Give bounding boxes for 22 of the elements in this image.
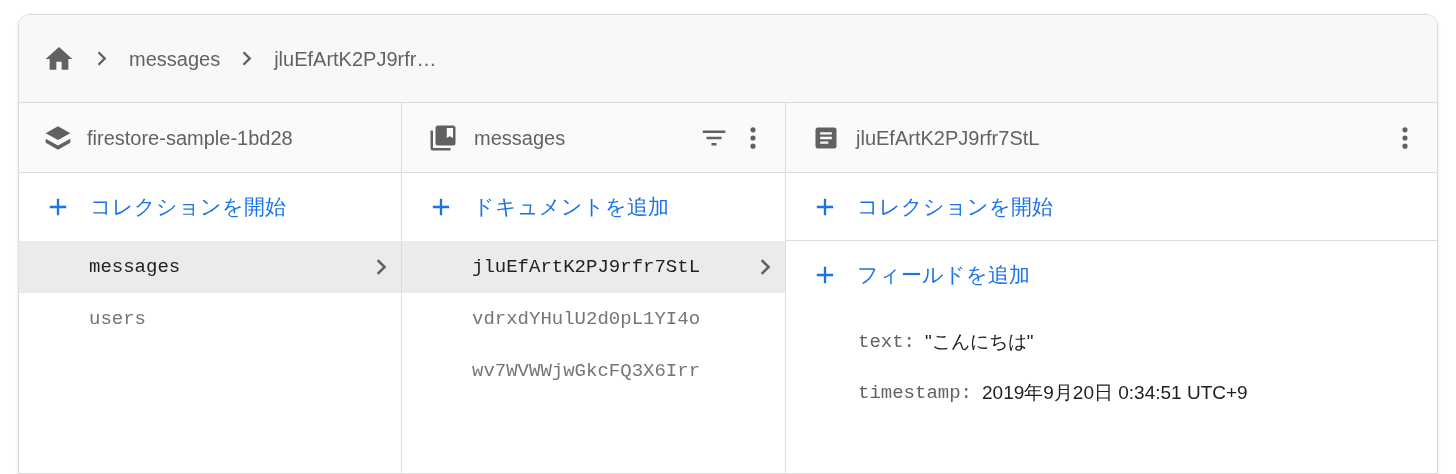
list-item[interactable]: users	[19, 293, 401, 345]
breadcrumb-link[interactable]: messages	[129, 43, 221, 74]
breadcrumb-link[interactable]: jluEfArtK2PJ9rfr…	[274, 43, 437, 74]
panel-title: messages	[474, 125, 567, 151]
panel-title: jluEfArtK2PJ9rfr7StL	[856, 125, 1041, 151]
add-link[interactable]: コレクションを開始	[857, 190, 1053, 223]
add-link[interactable]: フィールドを追加	[857, 259, 1030, 291]
panel-title: firestore-sample-1bd28	[87, 125, 294, 151]
field-key: timestamp:	[858, 379, 973, 408]
list-item[interactable]: jluEfArtK2PJ9rfr7StL	[402, 241, 785, 293]
field-value: "こんにちは"	[925, 330, 1034, 355]
field-key: text:	[858, 328, 915, 357]
chevron-icon	[760, 258, 771, 276]
list-item[interactable]: messages	[19, 241, 401, 293]
add-link[interactable]: ドキュメントを追加	[473, 191, 669, 223]
add-link[interactable]: コレクションを開始	[90, 191, 286, 223]
chevron-icon	[242, 50, 253, 67]
chevron-icon	[376, 258, 387, 276]
list-item[interactable]: wv7WVWWjwGkcFQ3X6Irr	[402, 345, 785, 397]
list-item[interactable]: vdrxdYHulU2d0pL1YI4o	[402, 293, 785, 345]
field-value: 2019年9月20日 0:34:51 UTC+9	[982, 381, 1248, 406]
chevron-icon	[97, 50, 107, 67]
